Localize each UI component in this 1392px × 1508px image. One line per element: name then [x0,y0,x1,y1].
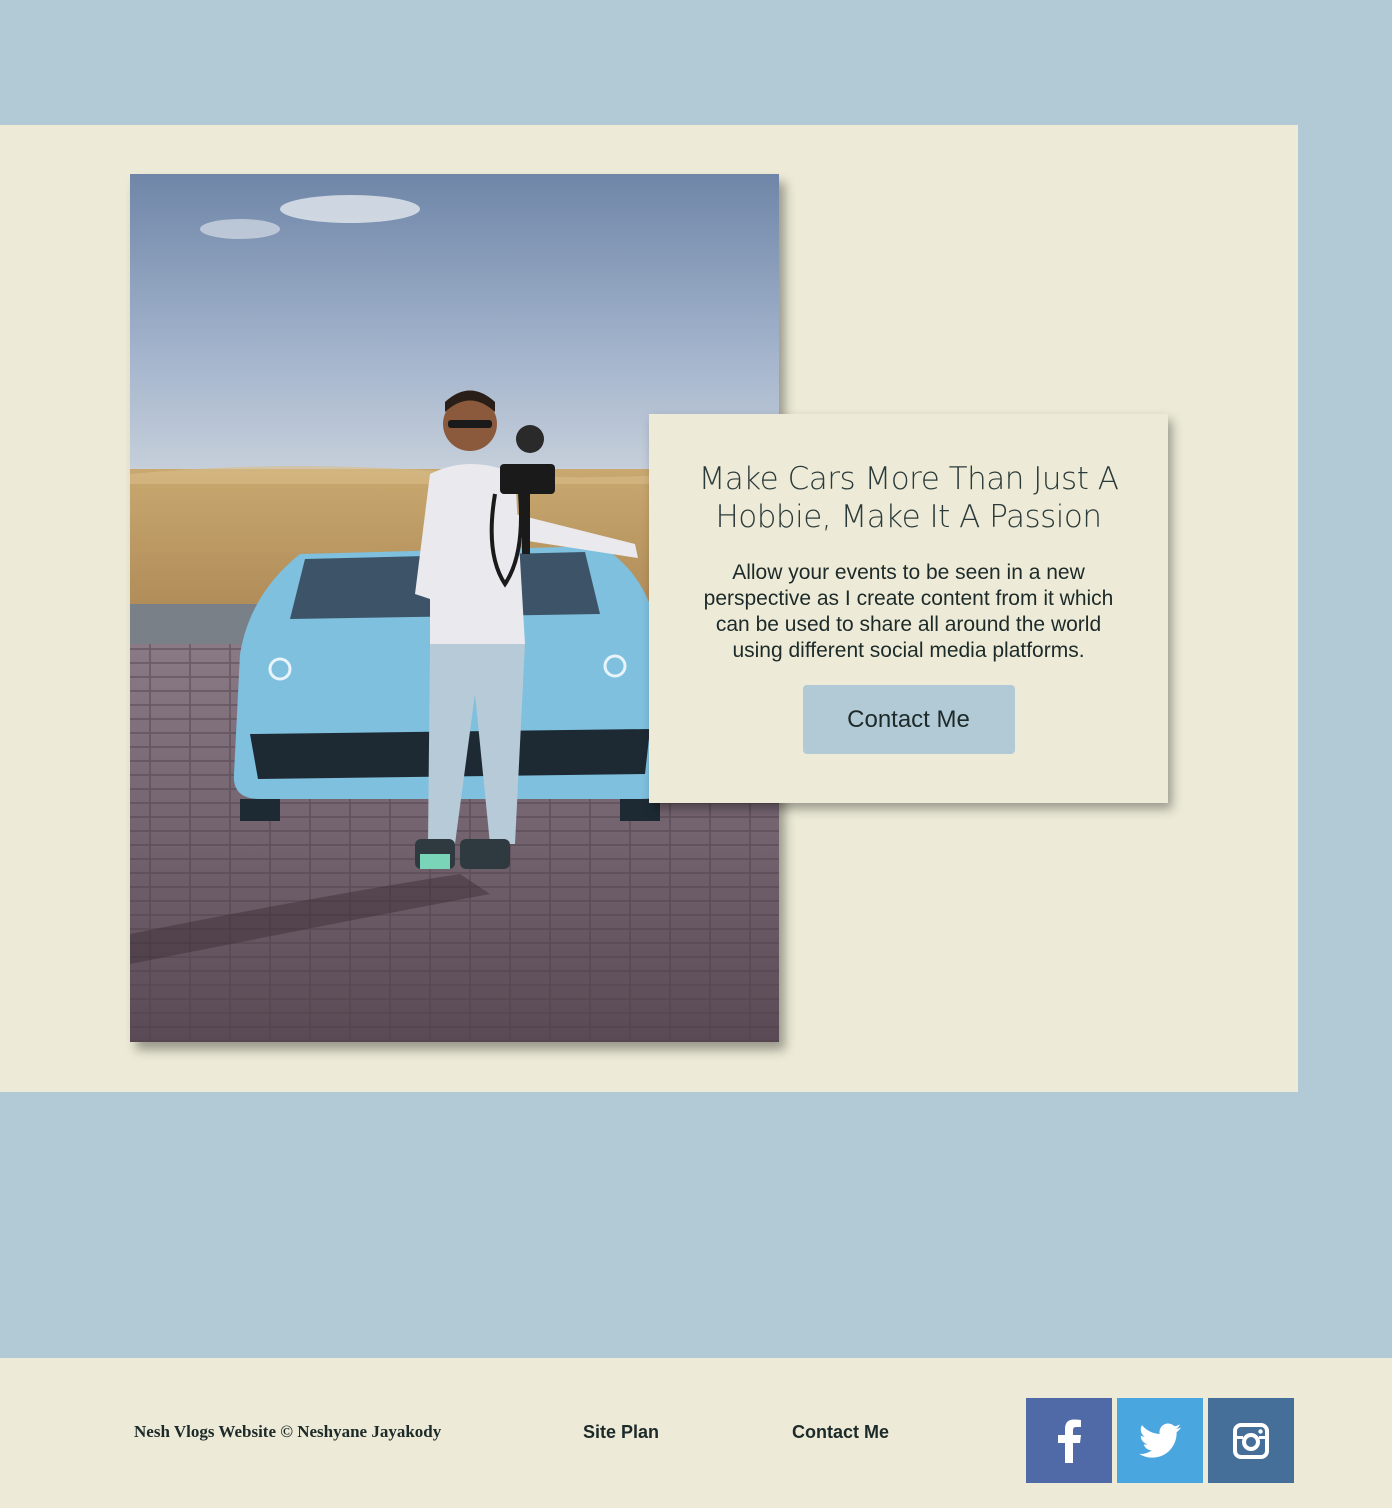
hero-description: Allow your events to be seen in a new pe… [703,561,1114,662]
twitter-button[interactable] [1117,1398,1203,1483]
contact-me-button[interactable]: Contact Me [802,685,1015,754]
hero-title: Make Cars More Than Just A Hobbie, Make … [698,461,1119,535]
hero-card: Make Cars More Than Just A Hobbie, Make … [649,414,1168,803]
copyright-text: Nesh Vlogs Website © Neshyane Jayakody [134,1422,442,1441]
instagram-icon [1233,1422,1269,1459]
facebook-icon [1058,1419,1081,1463]
footer-link-contact-me[interactable]: Contact Me [792,1422,889,1443]
facebook-button[interactable] [1026,1398,1112,1483]
twitter-icon [1139,1423,1181,1458]
hero-section: Make Cars More Than Just A Hobbie, Make … [0,125,1298,1092]
footer-link-site-plan[interactable]: Site Plan [583,1422,659,1443]
footer: Nesh Vlogs Website © Neshyane Jayakody S… [0,1358,1392,1508]
instagram-button[interactable] [1208,1398,1294,1483]
